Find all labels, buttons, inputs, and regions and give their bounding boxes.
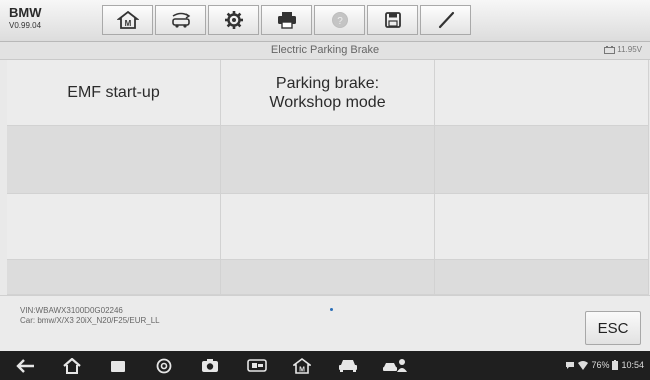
empty-cell — [435, 60, 649, 126]
maxisys-home-icon: M — [293, 357, 311, 374]
chrome-icon — [156, 358, 172, 373]
empty-cell — [435, 194, 649, 260]
empty-cell — [221, 126, 435, 194]
settings-button[interactable] — [208, 5, 259, 35]
car-icon — [339, 360, 357, 372]
esc-button[interactable]: ESC — [585, 311, 641, 345]
top-toolbar: BMW V0.99.04 M ? — [0, 0, 650, 42]
empty-cell — [221, 260, 435, 295]
save-button[interactable] — [367, 5, 418, 35]
settings-icon — [224, 11, 243, 29]
empty-cell — [7, 194, 221, 260]
print-icon — [277, 12, 296, 29]
help-button[interactable]: ? — [314, 5, 365, 35]
empty-cell — [435, 126, 649, 194]
vehicle-swap-button[interactable] — [155, 5, 206, 35]
browser-button[interactable] — [152, 356, 176, 375]
screen-mirror-button[interactable] — [244, 356, 270, 375]
status-area: 76% 10:54 — [565, 360, 644, 370]
car-path-text: Car: bmw/X/X3 20iX_N20/F25/EUR_LL — [20, 316, 160, 325]
svg-text:M: M — [299, 366, 305, 373]
svg-text:M: M — [124, 19, 131, 28]
camera-icon — [202, 359, 218, 372]
clock-time: 10:54 — [621, 360, 644, 370]
vci-icon — [247, 359, 267, 372]
back-arrow-icon — [16, 358, 34, 373]
maxisys-home-button[interactable]: M — [290, 356, 314, 375]
save-icon — [384, 12, 401, 28]
workshop-mode-button[interactable]: Parking brake: Workshop mode — [221, 60, 435, 126]
house-icon — [63, 357, 81, 374]
voltage-indicator: 11.95V — [604, 45, 642, 54]
page-indicator-dot — [330, 308, 333, 311]
edit-button[interactable] — [420, 5, 471, 35]
recent-apps-button[interactable] — [106, 356, 130, 375]
vin-text: VIN:WBAWX3100D0G02246 — [20, 306, 123, 315]
wifi-icon — [578, 360, 589, 370]
battery-icon — [612, 360, 619, 370]
brand-block: BMW V0.99.04 — [9, 6, 42, 31]
brand-name: BMW — [9, 5, 42, 20]
battery-percent: 76% — [591, 360, 610, 370]
emf-start-up-button[interactable]: EMF start-up — [7, 60, 221, 126]
vehicle-button[interactable] — [336, 356, 360, 375]
empty-cell — [7, 126, 221, 194]
back-button[interactable] — [14, 356, 38, 375]
vehicle-swap-icon — [171, 12, 190, 28]
svg-text:?: ? — [337, 16, 343, 27]
info-footer: VIN:WBAWX3100D0G02246 Car: bmw/X/X3 20iX… — [0, 295, 650, 351]
emf-start-up-label: EMF start-up — [67, 84, 160, 101]
recent-apps-icon — [111, 360, 125, 372]
car-battery-icon — [604, 45, 616, 54]
software-version: V0.99.04 — [9, 21, 42, 30]
vehicle-info: VIN:WBAWX3100D0G02246 Car: bmw/X/X3 20iX… — [20, 306, 160, 326]
print-button[interactable] — [261, 5, 312, 35]
edit-icon — [438, 11, 454, 29]
function-title-bar: Electric Parking Brake 11.95V — [0, 42, 650, 60]
home-button[interactable]: M — [102, 5, 153, 35]
page-title: Electric Parking Brake — [270, 44, 380, 56]
system-nav-bar: M 76% 10:54 — [0, 351, 650, 380]
empty-cell — [435, 260, 649, 295]
home-nav-button[interactable] — [60, 356, 84, 375]
empty-cell — [7, 260, 221, 295]
message-icon — [566, 361, 575, 369]
car-person-icon — [383, 358, 407, 372]
workshop-mode-label: Parking brake: Workshop mode — [269, 74, 386, 111]
camera-button[interactable] — [198, 356, 222, 375]
function-grid: EMF start-up Parking brake: Workshop mod… — [7, 60, 649, 295]
home-icon: M — [116, 10, 139, 29]
voltage-value: 11.95V — [617, 45, 642, 54]
empty-cell — [221, 194, 435, 260]
remote-support-button[interactable] — [380, 356, 410, 375]
help-icon: ? — [331, 12, 348, 28]
